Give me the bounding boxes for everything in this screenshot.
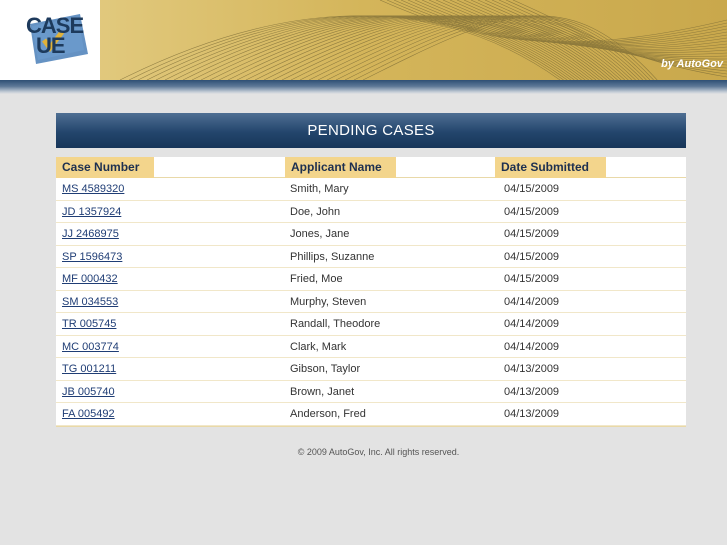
applicant-name: Gibson, Taylor xyxy=(290,363,361,375)
applicant-name: Brown, Janet xyxy=(290,385,355,398)
date-submitted: 04/13/2009 xyxy=(504,408,560,420)
table-row: JB 005740 Brown, Janet 04/13/2009 xyxy=(56,381,686,403)
case-number-link[interactable]: MC 003774 xyxy=(62,341,119,353)
date-submitted: 04/15/2009 xyxy=(504,205,560,218)
date-submitted: 04/15/2009 xyxy=(504,273,560,285)
table-row: JD 1357924 Doe, John 04/15/2009 xyxy=(56,201,686,223)
case-number-link[interactable]: FA 005492 xyxy=(62,408,115,420)
date-submitted: 04/13/2009 xyxy=(504,385,560,398)
case-number-link[interactable]: JJ 2468975 xyxy=(62,228,119,240)
case-number-link[interactable]: TG 001211 xyxy=(62,363,116,375)
applicant-name: Doe, John xyxy=(290,205,341,218)
table-row: SM 034553 Murphy, Steven 04/14/2009 xyxy=(56,291,686,313)
table-row: SP 1596473 Phillips, Suzanne 04/15/2009 xyxy=(56,246,686,268)
applicant-name: Jones, Jane xyxy=(290,228,350,240)
table-row: MC 003774 Clark, Mark 04/14/2009 xyxy=(56,336,686,358)
column-header-case-number: Case Number xyxy=(56,157,154,178)
logo-text: CASE UE xyxy=(26,15,84,58)
table-row: TR 005745 Randall, Theodore 04/14/2009 xyxy=(56,313,686,336)
applicant-name: Fried, Moe xyxy=(290,273,343,285)
date-submitted: 04/15/2009 xyxy=(504,183,560,195)
applicant-name: Clark, Mark xyxy=(290,340,347,353)
case-number-link[interactable]: SP 1596473 xyxy=(62,251,122,263)
logo-line2: UE xyxy=(36,33,66,58)
applicant-name: Murphy, Steven xyxy=(290,295,367,308)
header-pattern xyxy=(0,0,727,80)
column-header-applicant-name: Applicant Name xyxy=(285,157,396,178)
case-number-link[interactable]: MF 000432 xyxy=(62,273,118,285)
app-header: CASE UE by AutoGov xyxy=(0,0,727,80)
date-submitted: 04/15/2009 xyxy=(504,250,560,263)
case-number-link[interactable]: JD 1357924 xyxy=(62,206,121,218)
byline: by AutoGov xyxy=(661,58,723,70)
table-header: Case Number Applicant Name Date Submitte… xyxy=(56,157,686,178)
pending-cases-table: Case Number Applicant Name Date Submitte… xyxy=(56,157,686,427)
date-submitted: 04/13/2009 xyxy=(504,363,560,375)
column-header-date-submitted: Date Submitted xyxy=(495,157,606,178)
table-row: FA 005492 Anderson, Fred 04/13/2009 xyxy=(56,403,686,426)
table-row: JJ 2468975 Jones, Jane 04/15/2009 xyxy=(56,223,686,246)
table-body: MS 4589320 Smith, Mary 04/15/2009 JD 135792… xyxy=(56,178,686,426)
case-number-link[interactable]: MS 4589320 xyxy=(62,183,124,195)
date-submitted: 04/14/2009 xyxy=(504,295,560,308)
header-band xyxy=(0,80,727,94)
applicant-name: Smith, Mary xyxy=(290,183,349,195)
table-row: MS 4589320 Smith, Mary 04/15/2009 xyxy=(56,178,686,201)
case-number-link[interactable]: TR 005745 xyxy=(62,318,116,330)
date-submitted: 04/14/2009 xyxy=(504,340,560,353)
date-submitted: 04/14/2009 xyxy=(504,318,560,330)
applicant-name: Randall, Theodore xyxy=(290,318,381,330)
footer-copyright: © 2009 AutoGov, Inc. All rights reserved… xyxy=(297,447,460,457)
table-row: MF 000432 Fried, Moe 04/15/2009 xyxy=(56,268,686,291)
applicant-name: Anderson, Fred xyxy=(290,408,366,420)
panel-title: PENDING CASES xyxy=(56,113,686,148)
date-submitted: 04/15/2009 xyxy=(504,228,560,240)
table-row: TG 001211 Gibson, Taylor 04/13/2009 xyxy=(56,358,686,381)
case-number-link[interactable]: SM 034553 xyxy=(62,296,118,308)
applicant-name: Phillips, Suzanne xyxy=(290,250,375,263)
case-number-link[interactable]: JB 005740 xyxy=(62,386,115,398)
